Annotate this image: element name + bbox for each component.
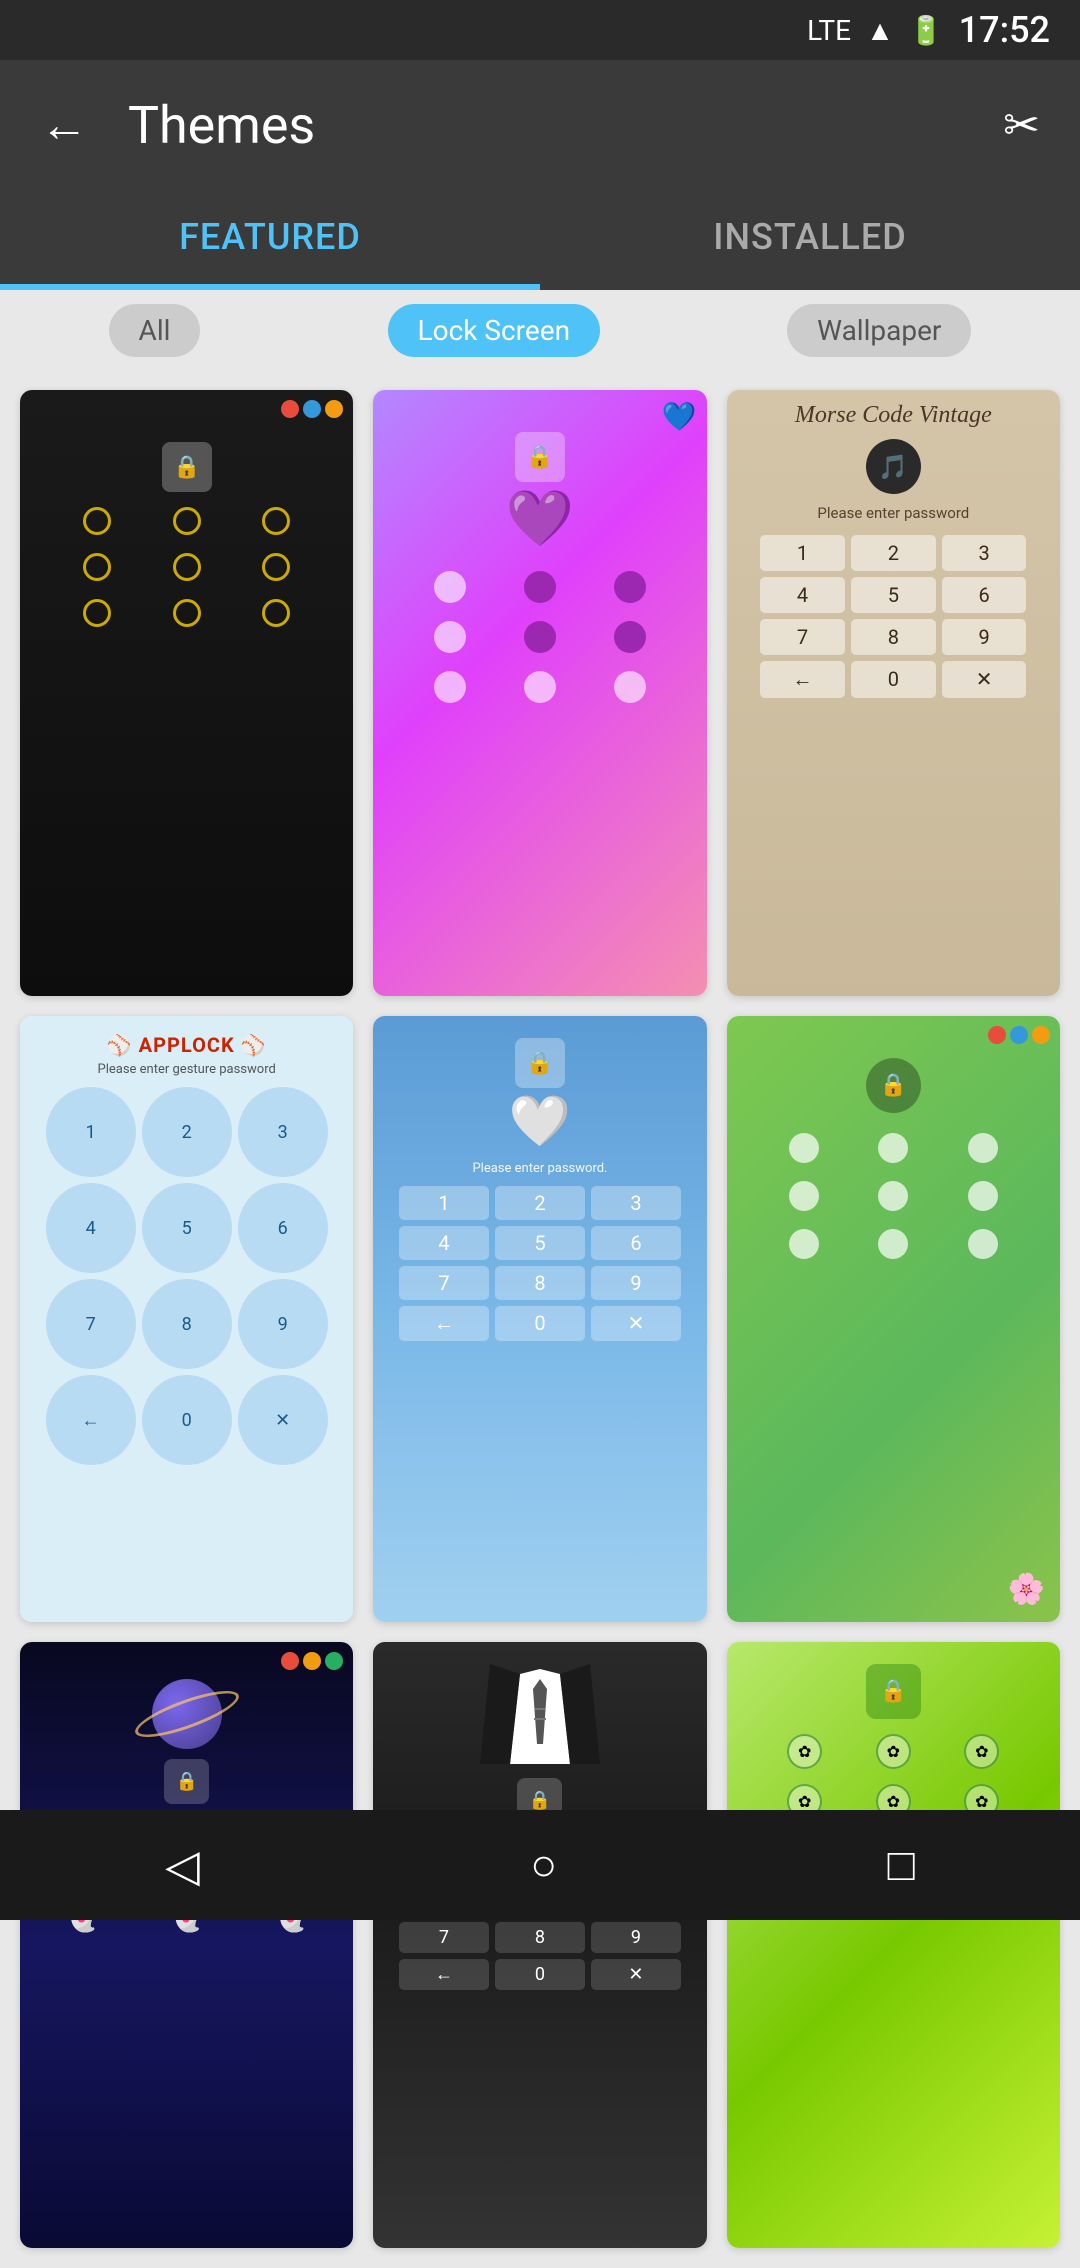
multicolor-indicator-6 [988,1026,1050,1044]
suit-visual [399,1664,681,1768]
nav-recent-button[interactable]: □ [848,1824,955,1906]
signal-icon: ▲ [866,14,894,47]
theme-card-3[interactable]: Morse Code Vintage 🎵 Please enter passwo… [727,390,1060,996]
rain-password-text: Please enter password. [472,1161,607,1176]
page-title: Themes [128,95,963,156]
numpad-4: 1 2 3 4 5 6 7 8 9 ← 0 ✕ [46,1087,328,1465]
lock-icon-7: 🔒 [164,1759,209,1804]
status-icons: LTE ▲ 🔋 17:52 [807,9,1050,51]
status-time: 17:52 [959,9,1050,51]
header: ← Themes ✂ [0,60,1080,190]
numpad-3: 1 2 3 4 5 6 7 8 9 ← 0 ✕ [760,535,1026,698]
back-button[interactable]: ← [30,88,98,163]
lock-icon-6: 🔒 [866,1058,921,1113]
sub-tab-bar: All Lock Screen Wallpaper [0,290,1080,370]
sub-tab-lockscreen[interactable]: Lock Screen [388,304,601,357]
sub-tab-wallpaper[interactable]: Wallpaper [787,304,971,357]
lte-icon: LTE [807,14,851,47]
theme-card-7[interactable]: 🔒 👻 👻 👻 👻 👻 👻 👻 👻 👻 [20,1642,353,2248]
heart-icon-2: 💙 [662,400,697,433]
numpad-5: 1 2 3 4 5 6 7 8 9 ← 0 ✕ [399,1186,681,1341]
status-bar: LTE ▲ 🔋 17:52 [0,0,1080,60]
crop-button[interactable]: ✂ [993,90,1050,161]
sub-tab-all[interactable]: All [109,304,201,357]
vintage-title: Morse Code Vintage [795,402,992,429]
pattern-grid-1 [61,507,312,627]
theme-card-8[interactable]: 🔒 Please enter gesture password 1 2 3 4 … [373,1642,706,2248]
planet-7 [152,1679,222,1749]
nav-back-button[interactable]: ◁ [125,1824,240,1907]
nav-home-button[interactable]: ○ [490,1824,597,1906]
theme-card-4[interactable]: ⚾ APPLOCK ⚾ Please enter gesture passwor… [20,1016,353,1622]
battery-icon: 🔋 [909,14,944,47]
pattern-grid-2 [415,571,666,703]
vintage-lock: 🎵 [866,439,921,494]
lock-icon-1: 🔒 [162,442,212,492]
theme-card-6[interactable]: 🔒 🌸 [727,1016,1060,1622]
theme-card-1[interactable]: 🔒 [20,390,353,996]
baseball-password-text: Please enter gesture password [98,1062,276,1077]
tab-featured[interactable]: FEATURED [0,190,540,290]
theme-card-9[interactable]: 🔒 ✿ ✿ ✿ ✿ ✿ ✿ ✿ ✿ ✿ [727,1642,1060,2248]
heart-decoration: 💜 [506,487,574,551]
nav-bar: ◁ ○ □ [0,1810,1080,1920]
pattern-grid-6 [768,1133,1019,1259]
themes-grid: 🔒 💙 🔒 💜 [0,370,1080,2268]
vintage-password-text: Please enter password [817,504,969,522]
theme-card-5[interactable]: 🔒 🤍 Please enter password. 1 2 3 4 5 6 7… [373,1016,706,1622]
multicolor-indicator-7 [281,1652,343,1670]
lock-icon-2: 🔒 [515,432,565,482]
multicolor-indicator-1 [281,400,343,418]
lock-icon-5: 🔒 [515,1038,565,1088]
lock-icon-9: 🔒 [866,1664,921,1719]
tab-installed[interactable]: INSTALLED [540,190,1080,290]
heart-outline: 🤍 [509,1093,571,1151]
theme-card-2[interactable]: 💙 🔒 💜 [373,390,706,996]
tab-bar: FEATURED INSTALLED [0,190,1080,290]
baseball-logo-area: ⚾ APPLOCK ⚾ [107,1033,267,1057]
